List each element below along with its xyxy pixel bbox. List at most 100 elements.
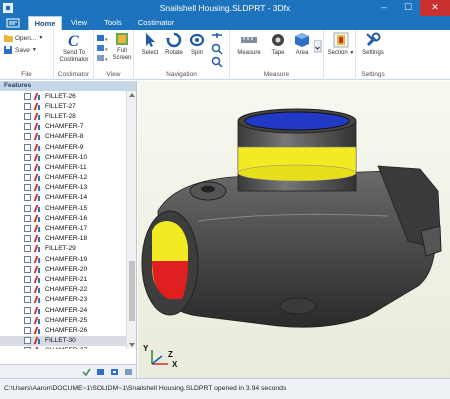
file-menu-button[interactable] (0, 16, 26, 30)
visibility-checkbox[interactable] (24, 275, 31, 283)
visibility-checkbox[interactable] (24, 347, 31, 349)
visibility-checkbox[interactable] (24, 163, 31, 171)
feature-tree-item[interactable]: CHAMFER-22 (0, 285, 126, 295)
feature-tree-item[interactable]: CHAMFER-18 (0, 234, 126, 244)
visibility-checkbox[interactable] (24, 245, 31, 253)
visibility-checkbox[interactable] (24, 112, 31, 120)
area-button[interactable]: Area (290, 32, 314, 57)
section-button[interactable]: Section ▼ (326, 32, 356, 57)
feature-tree-item[interactable]: CHAMFER-24 (0, 305, 126, 315)
settings-button[interactable]: Settings (358, 32, 388, 57)
visibility-checkbox[interactable] (24, 174, 31, 182)
measure-group-label: Measure (263, 71, 290, 78)
visibility-checkbox[interactable] (24, 235, 31, 243)
window-controls: – ☐ ✕ (372, 0, 450, 16)
feature-tree-item[interactable]: CHAMFER-19 (0, 254, 126, 264)
feature-tree-item[interactable]: CHAMFER-9 (0, 142, 126, 152)
visibility-checkbox[interactable] (24, 123, 31, 131)
feature-tree[interactable]: FILLET-26 FILLET-27 FILLET-28 CHAMFER-7 CHAM… (0, 91, 126, 349)
feature-tree-item[interactable]: CHAMFER-14 (0, 193, 126, 203)
feature-tree-item[interactable]: FILLET-30 (0, 335, 126, 346)
visibility-checkbox[interactable] (24, 265, 31, 273)
feature-label: CHAMFER-9 (45, 143, 84, 151)
scroll-down-icon[interactable] (129, 343, 135, 347)
visibility-checkbox[interactable] (24, 225, 31, 233)
visibility-checkbox[interactable] (24, 255, 31, 263)
show-all-icon[interactable] (110, 368, 119, 376)
feature-tree-item[interactable]: CHAMFER-16 (0, 213, 126, 223)
send-to-costimator-button[interactable]: C Send To Costimator (54, 32, 94, 64)
minimize-button[interactable]: – (372, 0, 396, 16)
feature-icon (34, 347, 41, 349)
tab-tools[interactable]: Tools (96, 16, 130, 30)
settings-group-label: Settings (361, 71, 385, 78)
feature-tree-item[interactable]: CHAMFER-21 (0, 274, 126, 284)
visibility-checkbox[interactable] (24, 306, 31, 314)
3d-viewport[interactable]: Y Z X (138, 81, 450, 378)
feature-tree-item[interactable]: CHAMFER-27 (0, 346, 126, 349)
expand-icon[interactable] (82, 368, 91, 376)
visibility-checkbox[interactable] (24, 184, 31, 192)
visibility-checkbox[interactable] (24, 316, 31, 324)
hide-icon[interactable] (124, 368, 133, 376)
scroll-up-icon[interactable] (129, 93, 135, 97)
scroll-thumb[interactable] (129, 261, 135, 321)
file-group: Open... ▼ Save ▼ File (0, 30, 54, 80)
visibility-checkbox[interactable] (24, 337, 31, 345)
feature-tree-item[interactable]: CHAMFER-20 (0, 264, 126, 274)
feature-tree-item[interactable]: CHAMFER-26 (0, 325, 126, 335)
open-button[interactable]: Open... ▼ (4, 34, 43, 42)
feature-tree-item[interactable]: FILLET-27 (0, 101, 126, 111)
features-scrollbar[interactable] (126, 91, 136, 349)
feature-tree-item[interactable]: FILLET-28 (0, 111, 126, 121)
visibility-checkbox[interactable] (24, 143, 31, 151)
feature-tree-item[interactable]: CHAMFER-25 (0, 315, 126, 325)
feature-tree-item[interactable]: CHAMFER-12 (0, 173, 126, 183)
tab-costimator[interactable]: Costimator (132, 16, 180, 30)
full-screen-button[interactable]: Full Screen (110, 32, 134, 62)
visibility-checkbox[interactable] (24, 286, 31, 294)
feature-tree-item[interactable]: CHAMFER-8 (0, 132, 126, 142)
ruler-icon (241, 37, 257, 43)
feature-tree-item[interactable]: CHAMFER-7 (0, 122, 126, 132)
measure-button[interactable]: Measure (234, 32, 264, 57)
feature-label: FILLET-26 (45, 92, 76, 100)
settings-label: Settings (362, 50, 384, 56)
measure-dropdown[interactable] (313, 39, 322, 53)
costimator-group-label: Costimator (57, 71, 90, 78)
visibility-checkbox[interactable] (24, 102, 31, 110)
visibility-checkbox[interactable] (24, 296, 31, 304)
tab-home[interactable]: Home (28, 16, 62, 30)
rotate-button[interactable]: Rotate (162, 32, 186, 57)
area-label: Area (295, 50, 309, 56)
feature-tree-item[interactable]: FILLET-29 (0, 244, 126, 254)
visibility-checkbox[interactable] (24, 214, 31, 222)
visibility-checkbox[interactable] (24, 194, 31, 202)
costimator-icon: C (68, 33, 79, 48)
feature-tree-item[interactable]: CHAMFER-10 (0, 152, 126, 162)
visibility-checkbox[interactable] (24, 92, 31, 100)
tab-view[interactable]: View (64, 16, 94, 30)
feature-tree-item[interactable]: CHAMFER-13 (0, 183, 126, 193)
feature-tree-item[interactable]: FILLET-26 (0, 91, 126, 101)
close-button[interactable]: ✕ (420, 0, 450, 16)
feature-tree-item[interactable]: CHAMFER-17 (0, 223, 126, 233)
ribbon: Open... ▼ Save ▼ File C Send To Costimat… (0, 30, 450, 80)
visibility-checkbox[interactable] (24, 153, 31, 161)
snailshell-housing-model[interactable] (138, 81, 450, 378)
visibility-checkbox[interactable] (24, 133, 31, 141)
collapse-icon[interactable] (96, 368, 105, 376)
visibility-checkbox[interactable] (24, 326, 31, 334)
visibility-checkbox[interactable] (24, 204, 31, 212)
select-button[interactable]: Select (138, 32, 162, 57)
feature-tree-item[interactable]: CHAMFER-11 (0, 162, 126, 172)
tape-button[interactable]: Tape (266, 32, 290, 57)
maximize-button[interactable]: ☐ (396, 0, 420, 16)
zoom-tools[interactable] (210, 33, 224, 69)
axis-triad: Y Z X (142, 344, 182, 370)
spin-button[interactable]: Spin (186, 32, 208, 57)
feature-tree-item[interactable]: CHAMFER-15 (0, 203, 126, 213)
save-button[interactable]: Save ▼ (4, 46, 37, 54)
feature-tree-item[interactable]: CHAMFER-23 (0, 295, 126, 305)
feature-label: CHAMFER-27 (45, 347, 87, 349)
